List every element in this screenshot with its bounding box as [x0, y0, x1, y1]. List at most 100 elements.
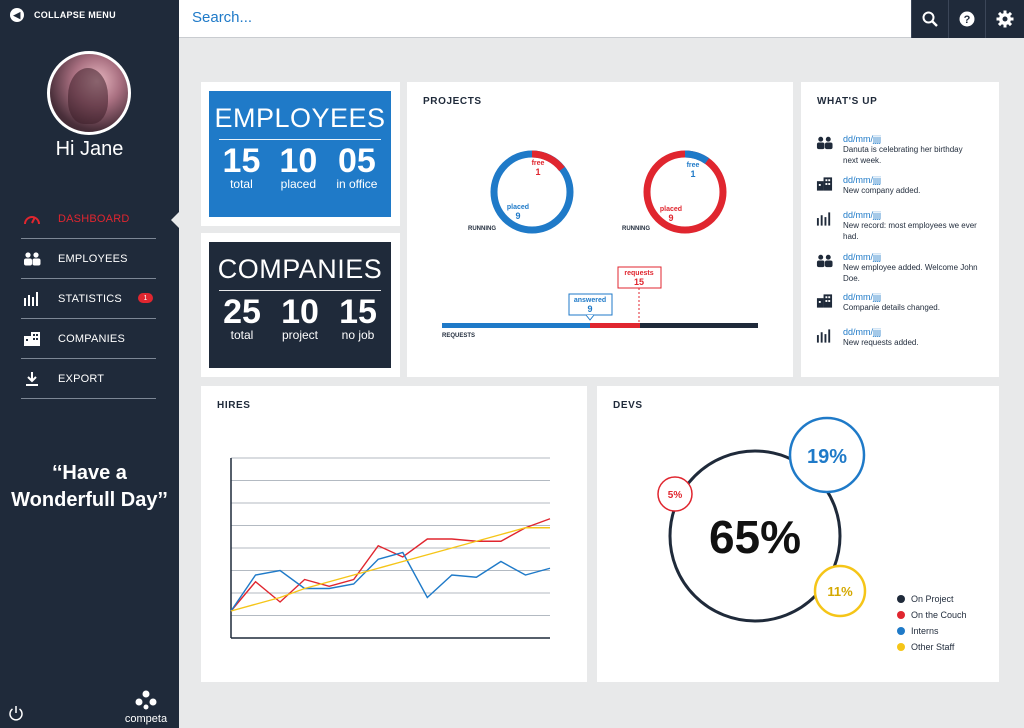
legend-dot [897, 627, 905, 635]
feed-text: New record: most employees we ever had. [843, 221, 977, 241]
requests-label: requests [624, 270, 653, 277]
sidebar: ◀ COLLAPSE MENU Hi Jane DASHBOARD EMPLOY… [0, 0, 179, 728]
bars-icon [815, 327, 833, 348]
feed-item[interactable]: dd/mm/jjjj Danuta is celebrating her birt… [815, 134, 978, 166]
gear-icon [996, 10, 1014, 28]
user-greeting: Hi Jane [55, 138, 124, 160]
logo-text: competa [124, 713, 168, 725]
couch-percentage: 5% [668, 490, 683, 501]
feed-text: New employee added. Welcome John Doe. [843, 263, 978, 283]
sidebar-item-label: EMPLOYEES [58, 252, 128, 265]
feed-date: dd/mm/jjjj [843, 175, 882, 185]
projects-card: PROJECTS free 1 placed 9 RUNNING free 1 … [407, 82, 793, 377]
employees-placed-value: 10 [279, 142, 318, 180]
employees-card: EMPLOYEES 15 total 10 placed 05 in office [201, 82, 400, 226]
answered-value: 9 [587, 304, 592, 314]
companies-card: COMPANIES 25 total 10 project 15 no job [201, 233, 400, 377]
employees-office-label: in office [336, 177, 378, 191]
ring2-free-value: 1 [690, 169, 695, 179]
hires-card: HIRES [201, 386, 587, 682]
search-button[interactable] [911, 0, 948, 38]
sidebar-item-companies[interactable]: COMPANIES [21, 319, 156, 359]
sidebar-item-label: DASHBOARD [58, 212, 130, 225]
help-button[interactable]: ? [948, 0, 985, 38]
divider [219, 139, 381, 140]
ring2-placed-value: 9 [668, 213, 673, 223]
ring1-placed-label: placed [507, 204, 529, 211]
requests-value: 15 [634, 277, 644, 287]
active-nav-pointer [171, 212, 179, 228]
ring2-caption: RUNNING [622, 226, 650, 232]
sidebar-item-label: STATISTICS [58, 292, 122, 305]
legend-item: Interns [897, 623, 967, 639]
svg-text:?: ? [964, 14, 971, 26]
competa-logo: competa [120, 690, 172, 725]
legend-label: Other Staff [911, 642, 955, 652]
notification-badge: 1 [138, 293, 153, 303]
search-input[interactable] [192, 9, 892, 26]
remaining-bar-segment [640, 323, 758, 328]
people-icon [815, 134, 833, 166]
feed-date: dd/mm/jjjj [843, 252, 882, 262]
download-icon [21, 371, 58, 386]
feed-item[interactable]: dd/mm/jjjj New company added. [815, 175, 978, 196]
series-line-2 [230, 551, 551, 612]
avatar[interactable] [47, 51, 131, 135]
feed-text: Danuta is celebrating her birthday next … [843, 145, 963, 165]
sidebar-item-dashboard[interactable]: DASHBOARD [21, 199, 156, 239]
feed-item[interactable]: dd/mm/jjjj Companie details changed. [815, 292, 978, 313]
companies-nojob-value: 15 [339, 293, 377, 331]
companies-total-value: 25 [223, 293, 261, 331]
requests-bar-segment [590, 323, 640, 328]
bars-icon [815, 210, 833, 242]
employees-stat-box: EMPLOYEES 15 total 10 placed 05 in office [209, 91, 391, 217]
people-icon [815, 252, 833, 284]
sidebar-nav: DASHBOARD EMPLOYEES STATISTICS 1 COMPANI… [21, 199, 156, 399]
sidebar-item-label: EXPORT [58, 372, 105, 385]
ring1-placed-value: 9 [515, 211, 520, 221]
bars-icon [21, 291, 58, 306]
competa-logo-icon [135, 690, 157, 710]
on-project-percentage: 65% [709, 511, 801, 563]
collapse-menu-button[interactable]: ◀ COLLAPSE MENU [10, 8, 116, 22]
sidebar-item-statistics[interactable]: STATISTICS 1 [21, 279, 156, 319]
employees-title: EMPLOYEES [214, 103, 386, 133]
ring2-free-label: free [687, 162, 700, 169]
feed-item[interactable]: dd/mm/jjjj New record: most employees we … [815, 210, 978, 242]
ring1-free-value: 1 [535, 167, 540, 177]
top-bar: ? [179, 0, 1024, 38]
legend-item: On Project [897, 591, 967, 607]
companies-title: COMPANIES [217, 254, 383, 284]
projects-graphic: free 1 placed 9 RUNNING free 1 placed 9 … [442, 150, 758, 339]
buildings-icon [21, 331, 58, 346]
devs-legend: On Project On the Couch Interns Other St… [897, 591, 967, 655]
sidebar-item-employees[interactable]: EMPLOYEES [21, 239, 156, 279]
buildings-icon [815, 292, 833, 313]
feed-date: dd/mm/jjjj [843, 292, 882, 302]
feed-item[interactable]: dd/mm/jjjj New employee added. Welcome Jo… [815, 252, 978, 284]
feed-date: dd/mm/jjjj [843, 134, 882, 144]
legend-dot [897, 595, 905, 603]
feed-text: Companie details changed. [843, 303, 940, 312]
sidebar-item-label: COMPANIES [58, 332, 125, 345]
devs-card: DEVS 65% 19% 5% 11% On Project On the Co… [597, 386, 999, 682]
requests-bar-label: REQUESTS [442, 333, 475, 339]
feed-text: New company added. [843, 186, 921, 195]
people-icon [21, 251, 58, 266]
answered-callout-pointer [585, 314, 595, 321]
hires-line-chart [230, 457, 551, 639]
ring1-caption: RUNNING [468, 226, 496, 232]
buildings-icon [815, 175, 833, 196]
feed-item[interactable]: dd/mm/jjjj New requests added. [815, 327, 978, 348]
whatsup-title: WHAT'S UP [817, 96, 878, 107]
power-icon[interactable] [8, 705, 24, 726]
chevron-left-icon: ◀ [10, 8, 24, 22]
sidebar-item-export[interactable]: EXPORT [21, 359, 156, 399]
ring2-placed-label: placed [660, 206, 682, 213]
companies-nojob-label: no job [341, 328, 375, 342]
divider [219, 290, 381, 291]
settings-button[interactable] [985, 0, 1024, 38]
legend-item: Other Staff [897, 639, 967, 655]
legend-label: On Project [911, 594, 954, 604]
legend-dot [897, 643, 905, 651]
